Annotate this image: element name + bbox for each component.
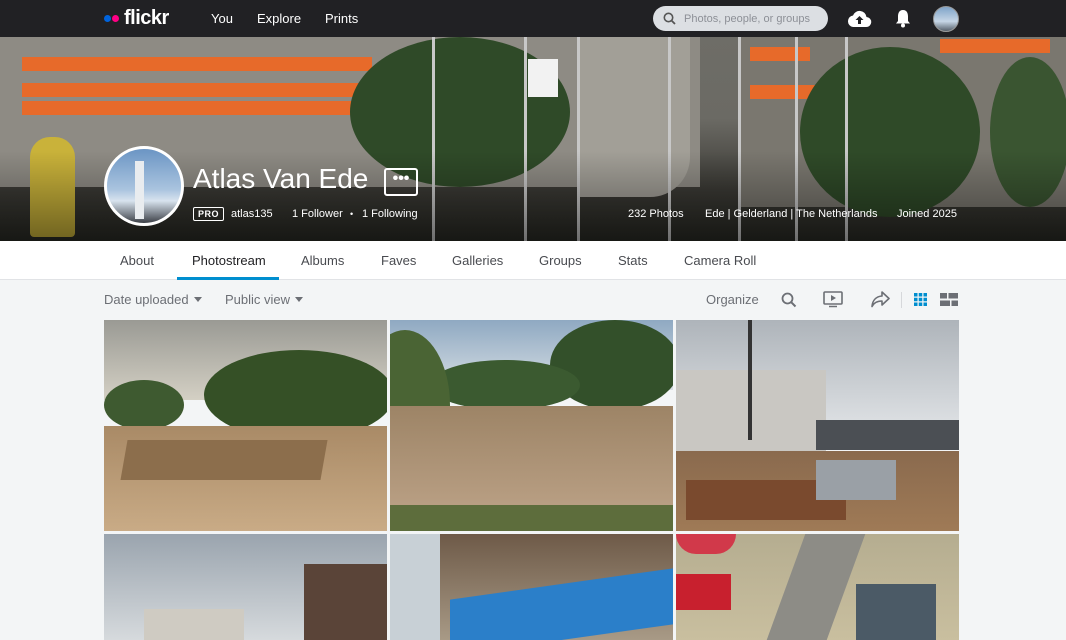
user-avatar[interactable] — [933, 6, 959, 32]
photo-thumbnail[interactable] — [676, 320, 959, 531]
tab-stats[interactable]: Stats — [618, 253, 648, 268]
following-link[interactable]: 1 Following — [362, 208, 418, 220]
nav-you-link[interactable]: You — [211, 11, 233, 26]
search-icon[interactable] — [781, 292, 797, 308]
photo-crane — [748, 320, 752, 440]
logo-text: flickr — [124, 6, 169, 29]
profile-location: Ede | Gelderland | The Netherlands — [705, 208, 878, 220]
profile-tabs: About Photostream Albums Faves Galleries… — [0, 241, 1066, 280]
photo-kiosk — [676, 574, 731, 610]
tab-faves[interactable]: Faves — [381, 253, 416, 268]
avatar-tower — [135, 161, 144, 219]
profile-username: atlas135 — [231, 208, 273, 220]
sort-dropdown[interactable]: Date uploaded — [104, 292, 202, 307]
search-box[interactable] — [653, 6, 828, 31]
cover-awning — [940, 39, 1050, 53]
nav-explore-link[interactable]: Explore — [257, 11, 301, 26]
share-icon[interactable] — [871, 291, 890, 308]
slideshow-icon[interactable] — [823, 291, 843, 308]
tab-galleries[interactable]: Galleries — [452, 253, 503, 268]
active-tab-indicator — [177, 277, 279, 280]
cloud-upload-icon[interactable] — [847, 9, 872, 28]
cover-sign — [528, 59, 558, 97]
logo-blue-dot — [104, 14, 111, 22]
photo-count: 232 Photos — [628, 208, 684, 220]
photo-tree — [104, 380, 184, 430]
photo-fence — [816, 420, 959, 450]
nav-prints-link[interactable]: Prints — [325, 11, 358, 26]
profile-name: Atlas Van Ede — [193, 163, 369, 194]
meta-separator: • — [350, 209, 354, 219]
photo-pipes — [816, 460, 896, 500]
logo-pink-dot — [112, 14, 119, 22]
flickr-logo[interactable]: flickr — [104, 6, 169, 29]
tab-about[interactable]: About — [120, 253, 154, 268]
followers-link[interactable]: 1 Follower — [292, 208, 343, 220]
tab-albums[interactable]: Albums — [301, 253, 344, 268]
organize-link[interactable]: Organize — [706, 292, 759, 307]
grid-view-icon[interactable] — [914, 293, 927, 306]
search-input[interactable] — [684, 12, 819, 25]
bell-icon[interactable] — [894, 9, 912, 28]
visibility-label: Public view — [225, 292, 291, 307]
photo-thumbnail[interactable] — [676, 534, 959, 640]
tab-camera-roll[interactable]: Camera Roll — [684, 253, 756, 268]
joined-date: Joined 2025 — [897, 208, 957, 220]
photo-building — [144, 609, 244, 640]
profile-avatar[interactable] — [104, 146, 184, 226]
photo-grass — [390, 505, 673, 531]
more-options-button[interactable]: ••• — [384, 168, 418, 196]
top-navigation: flickr You Explore Prints — [0, 0, 1066, 37]
toolbar-divider — [901, 292, 902, 308]
photo-people — [856, 584, 936, 640]
photo-thumbnail[interactable] — [390, 320, 673, 531]
photo-tree — [430, 360, 580, 410]
chevron-down-icon — [193, 297, 202, 302]
cover-awning — [22, 57, 372, 71]
tab-groups[interactable]: Groups — [539, 253, 582, 268]
photo-thumbnail[interactable] — [390, 534, 673, 640]
photo-excavation — [120, 440, 328, 480]
cover-awning — [750, 47, 810, 61]
sort-label: Date uploaded — [104, 292, 189, 307]
search-icon — [663, 12, 676, 25]
cover-awning — [22, 83, 372, 97]
photo-thumbnail[interactable] — [104, 534, 387, 640]
tab-photostream[interactable]: Photostream — [192, 253, 266, 268]
photo-sky-opening — [390, 534, 440, 640]
justified-view-icon[interactable] — [940, 293, 958, 306]
photo-building — [304, 564, 387, 640]
cover-awning — [22, 101, 372, 115]
pro-badge: PRO — [193, 207, 225, 221]
chevron-down-icon — [295, 297, 304, 302]
photo-thumbnail[interactable] — [104, 320, 387, 531]
visibility-dropdown[interactable]: Public view — [225, 292, 304, 307]
